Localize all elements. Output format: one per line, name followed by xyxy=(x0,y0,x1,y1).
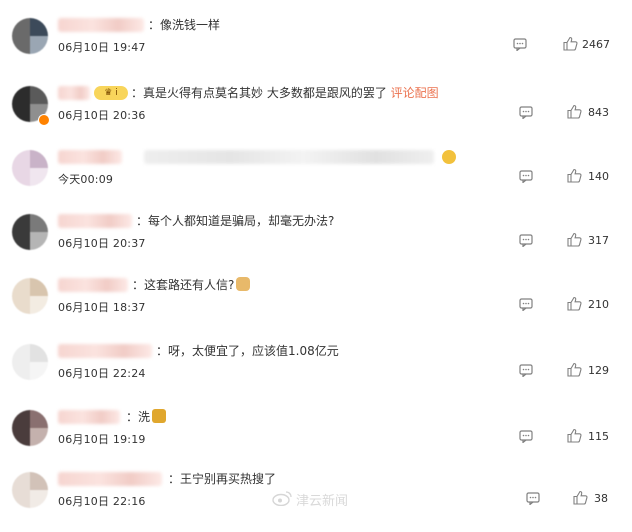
comment-text: ：每个人都知道是骗局，却毫无办法? xyxy=(136,214,335,228)
avatar[interactable] xyxy=(12,18,48,54)
comment-time: 06月10日 20:36 xyxy=(58,109,146,122)
comment-time: 今天00:09 xyxy=(58,173,114,186)
avatar[interactable] xyxy=(12,214,48,250)
like-count: 140 xyxy=(588,170,609,183)
avatar[interactable] xyxy=(12,472,48,508)
like-count: 210 xyxy=(588,298,609,311)
comment-text: ：像洗钱一样 xyxy=(148,18,221,32)
avatar[interactable] xyxy=(12,344,48,380)
comment-icon[interactable] xyxy=(519,105,533,119)
username[interactable] xyxy=(58,472,162,486)
thumbs-up-icon[interactable] xyxy=(567,362,582,377)
comment-item: ：这套路还有人信? 06月10日 18:37 210 xyxy=(0,274,632,338)
like-count: 2467 xyxy=(582,38,610,51)
emoji-icon xyxy=(442,150,456,164)
comment-item: ♛ i ：真是火得有点莫名其妙 大多数都是跟风的罢了 评论配图 06月10日 2… xyxy=(0,82,632,146)
comment-icon[interactable] xyxy=(519,429,533,443)
username[interactable] xyxy=(58,214,132,228)
comment-text: ：洗 xyxy=(126,408,167,426)
thumbs-up-icon[interactable] xyxy=(567,296,582,311)
thumbs-up-icon[interactable] xyxy=(567,168,582,183)
comment-text: ：王宁别再买热搜了 xyxy=(168,472,277,486)
comment-text-blurred xyxy=(144,150,434,164)
comment-item: ：每个人都知道是骗局，却毫无办法? 06月10日 20:37 317 xyxy=(0,210,632,274)
comment-text: ：这套路还有人信? xyxy=(132,276,251,294)
comment-time: 06月10日 22:24 xyxy=(58,367,146,380)
comment-text: ：呀，太便宜了，应该值1.08亿元 xyxy=(156,344,339,358)
thumbs-up-icon[interactable] xyxy=(567,428,582,443)
dog-emoji-icon xyxy=(236,277,251,291)
username[interactable] xyxy=(58,150,122,164)
username[interactable] xyxy=(58,86,90,100)
comment-icon[interactable] xyxy=(519,169,533,183)
comment-item: ：像洗钱一样 06月10日 19:47 2467 xyxy=(0,14,632,78)
weibo-logo-icon xyxy=(272,491,292,506)
like-count: 129 xyxy=(588,364,609,377)
thumbs-up-icon[interactable] xyxy=(567,104,582,119)
vip-badge-icon: ♛ i xyxy=(94,86,128,100)
username[interactable] xyxy=(58,278,128,292)
username[interactable] xyxy=(58,18,144,32)
like-count: 843 xyxy=(588,106,609,119)
comment-image-link[interactable]: 评论配图 xyxy=(391,86,439,100)
like-count: 115 xyxy=(588,430,609,443)
username[interactable] xyxy=(58,344,152,358)
comment-item: ：呀，太便宜了，应该值1.08亿元 06月10日 22:24 129 xyxy=(0,340,632,404)
money-bag-emoji-icon xyxy=(152,409,167,423)
comment-icon[interactable] xyxy=(513,37,527,51)
comment-icon[interactable] xyxy=(519,233,533,247)
thumbs-up-icon[interactable] xyxy=(567,232,582,247)
verified-badge-icon xyxy=(38,114,50,126)
comment-icon[interactable] xyxy=(526,491,540,505)
like-count: 317 xyxy=(588,234,609,247)
comment-icon[interactable] xyxy=(519,297,533,311)
like-count: 38 xyxy=(594,492,608,505)
avatar[interactable] xyxy=(12,410,48,446)
comment-time: 06月10日 19:19 xyxy=(58,433,146,446)
avatar[interactable] xyxy=(12,150,48,186)
comment-time: 06月10日 20:37 xyxy=(58,237,146,250)
thumbs-up-icon[interactable] xyxy=(563,36,578,51)
comment-time: 06月10日 22:16 xyxy=(58,495,146,508)
comment-icon[interactable] xyxy=(519,363,533,377)
username[interactable] xyxy=(58,410,120,424)
comment-item: ：洗 06月10日 19:19 115 xyxy=(0,406,632,470)
comment-time: 06月10日 19:47 xyxy=(58,41,146,54)
comment-text: ：真是火得有点莫名其妙 大多数都是跟风的罢了 评论配图 xyxy=(131,86,439,100)
watermark: 津云新闻 xyxy=(296,494,349,509)
comment-item: 今天00:09 140 xyxy=(0,146,632,210)
avatar[interactable] xyxy=(12,278,48,314)
comment-time: 06月10日 18:37 xyxy=(58,301,146,314)
thumbs-up-icon[interactable] xyxy=(573,490,588,505)
